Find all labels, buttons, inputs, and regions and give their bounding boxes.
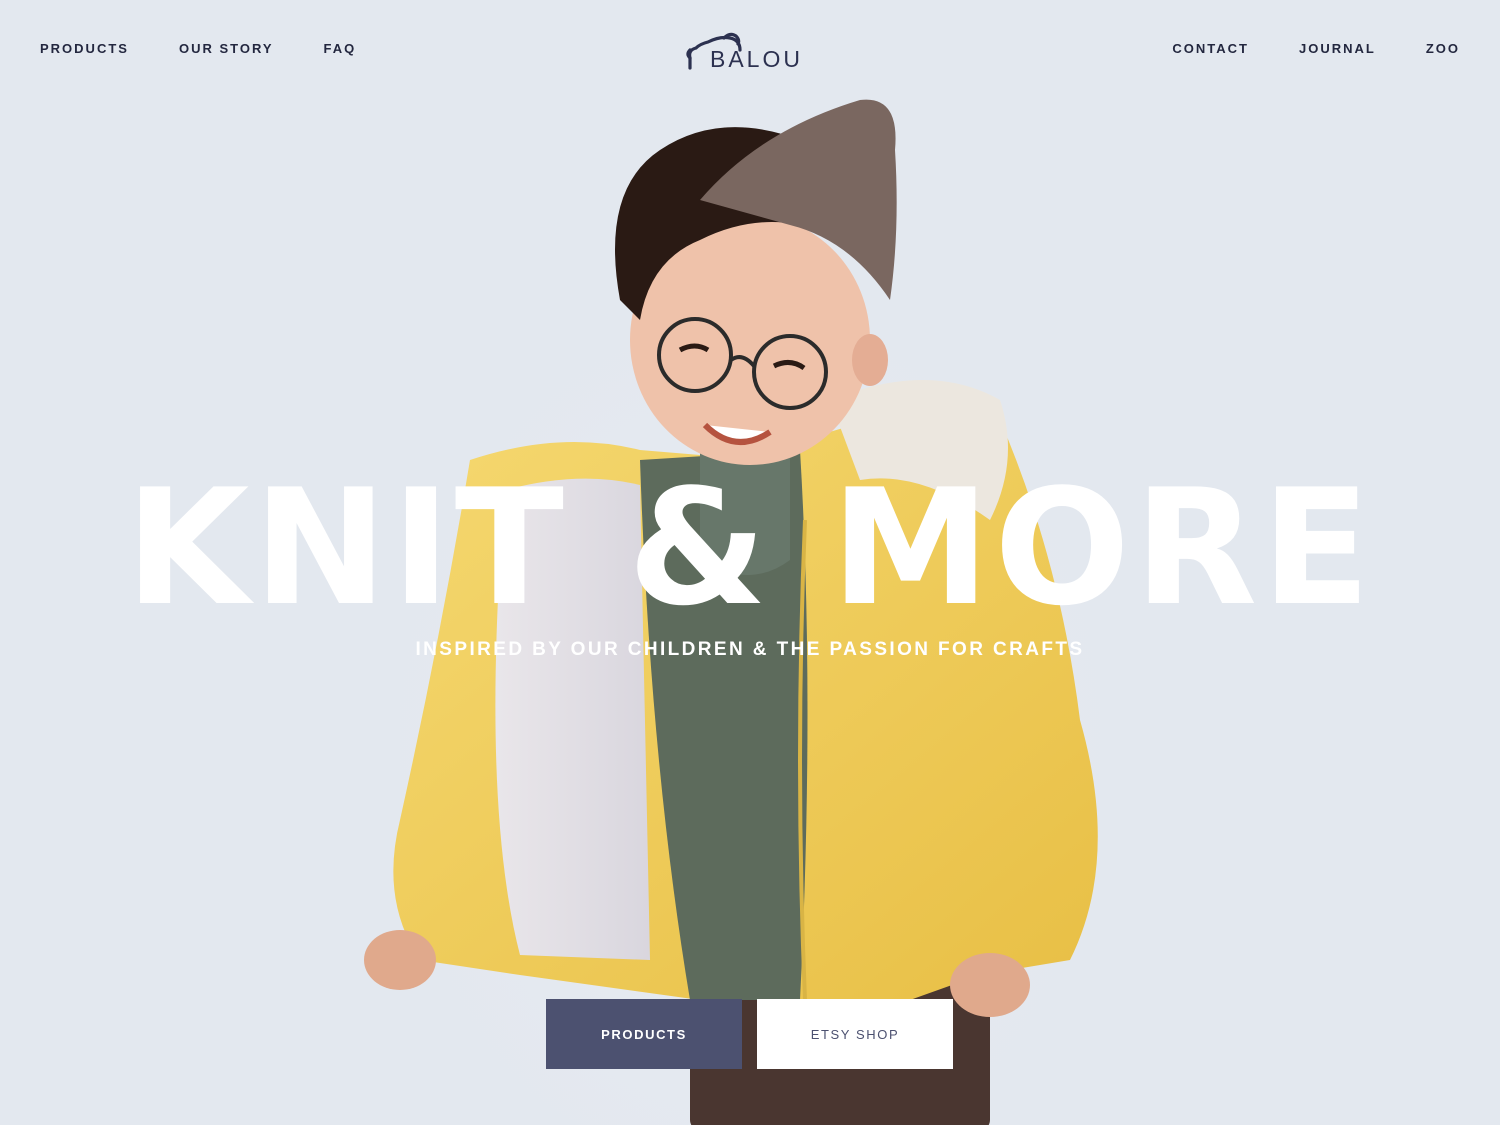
nav-link-our-story[interactable]: OUR STORY [179, 41, 274, 57]
products-button[interactable]: PRODUCTS [546, 999, 742, 1069]
etsy-shop-button[interactable]: ETSY SHOP [757, 999, 953, 1069]
nav-right-group: CONTACT JOURNAL ZOO [1122, 41, 1460, 57]
brand-logo[interactable]: BALOU [684, 32, 818, 72]
nav-link-contact[interactable]: CONTACT [1172, 41, 1249, 57]
top-navigation: PRODUCTS OUR STORY FAQ BALOU CONTACT JOU… [0, 0, 1500, 100]
hero-subheadline: INSPIRED BY OUR CHILDREN & THE PASSION F… [415, 639, 1085, 660]
nav-link-journal[interactable]: JOURNAL [1299, 41, 1376, 57]
hero-headline: KNIT & MORE [125, 454, 1375, 641]
nav-link-faq[interactable]: FAQ [324, 41, 357, 57]
nav-link-zoo[interactable]: ZOO [1426, 41, 1460, 57]
nav-link-products[interactable]: PRODUCTS [40, 41, 129, 57]
landing-page: PRODUCTS OUR STORY FAQ BALOU CONTACT JOU… [0, 0, 1500, 1125]
brand-name: BALOU [710, 46, 803, 72]
nav-left-group: PRODUCTS OUR STORY FAQ [40, 41, 406, 57]
